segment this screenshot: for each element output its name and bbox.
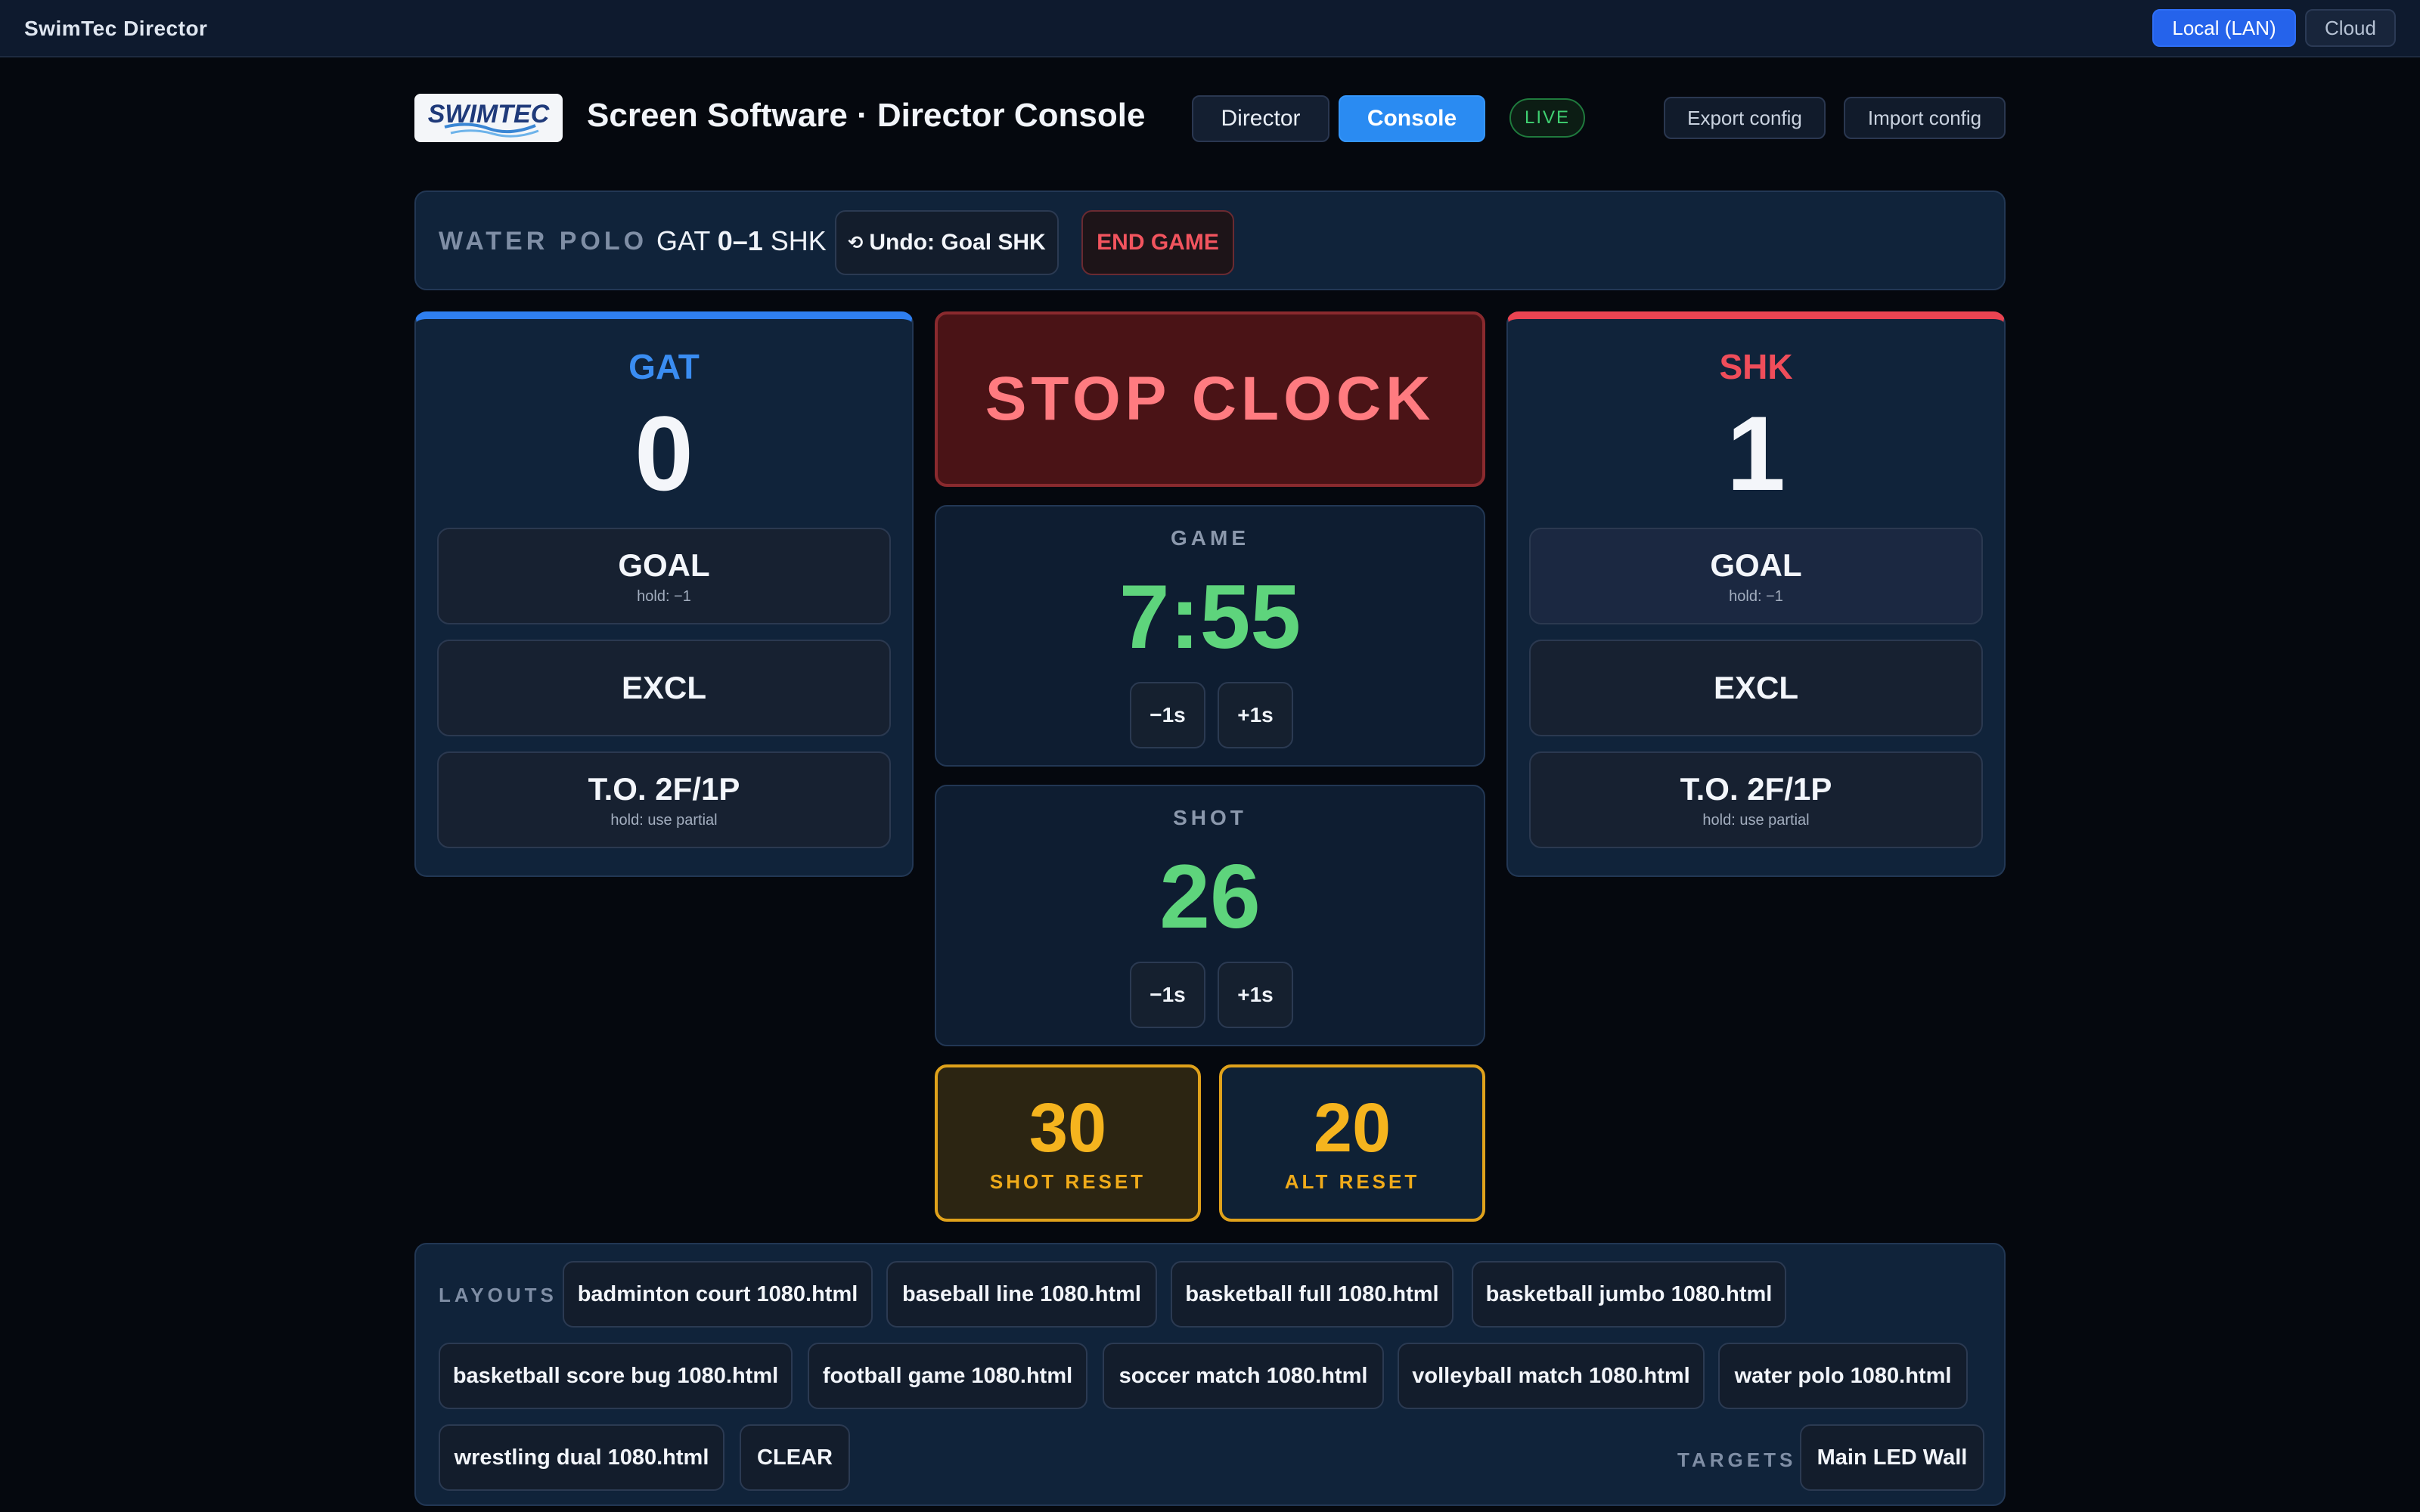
- shot-clock-label: SHOT: [1173, 806, 1247, 829]
- import-config-button[interactable]: Import config: [1844, 97, 2006, 139]
- export-config-button[interactable]: Export config: [1664, 97, 1826, 139]
- away-team-name: SHK: [1719, 347, 1793, 386]
- game-plus-1s-button[interactable]: +1s: [1218, 682, 1293, 748]
- away-abbr: SHK: [770, 225, 827, 256]
- shot-plus-1s-button[interactable]: +1s: [1218, 962, 1293, 1028]
- away-excl-button[interactable]: EXCL: [1529, 640, 1983, 736]
- shot-reset-button[interactable]: 30 SHOT RESET: [935, 1064, 1201, 1222]
- layout-chip[interactable]: basketball jumbo 1080.html: [1472, 1261, 1786, 1328]
- layout-chip[interactable]: volleyball match 1080.html: [1398, 1343, 1705, 1409]
- goal-hint: hold: −1: [1729, 587, 1783, 605]
- goal-hint: hold: −1: [637, 587, 691, 605]
- end-game-button[interactable]: END GAME: [1081, 210, 1234, 275]
- game-clock-value: 7:55: [1118, 566, 1302, 668]
- away-timeout-button[interactable]: T.O. 2F/1P hold: use partial: [1529, 751, 1983, 848]
- score-summary: GAT 0–1 SHK: [656, 225, 827, 257]
- layout-chip[interactable]: football game 1080.html: [808, 1343, 1087, 1409]
- local-lan-button[interactable]: Local (LAN): [2152, 9, 2296, 47]
- home-team-panel: GAT 0 GOAL hold: −1 EXCL T.O. 2F/1P hold…: [414, 311, 914, 877]
- alt-reset-button[interactable]: 20 ALT RESET: [1219, 1064, 1485, 1222]
- live-badge: LIVE: [1509, 98, 1585, 138]
- home-goal-button[interactable]: GOAL hold: −1: [437, 528, 891, 624]
- game-clock-label: GAME: [1171, 526, 1249, 550]
- layout-chip[interactable]: basketball score bug 1080.html: [439, 1343, 793, 1409]
- home-team-name: GAT: [628, 347, 700, 386]
- layouts-panel: LAYOUTS badminton court 1080.html baseba…: [414, 1243, 2006, 1506]
- cloud-button[interactable]: Cloud: [2305, 9, 2396, 47]
- top-bar: SwimTec Director Local (LAN) Cloud: [0, 0, 2420, 57]
- goal-label: GOAL: [1710, 547, 1802, 583]
- undo-label: Undo: Goal SHK: [869, 230, 1046, 255]
- layout-chip[interactable]: soccer match 1080.html: [1103, 1343, 1384, 1409]
- undo-icon: ⟲: [848, 232, 864, 253]
- app-title: SwimTec Director: [24, 17, 208, 40]
- timeout-hint: hold: use partial: [610, 811, 718, 829]
- shot-clock-card: SHOT 26 −1s +1s: [935, 785, 1485, 1046]
- home-timeout-button[interactable]: T.O. 2F/1P hold: use partial: [437, 751, 891, 848]
- game-strip: WATER POLO GAT 0–1 SHK ⟲ Undo: Goal SHK …: [414, 191, 2006, 290]
- shot-minus-1s-button[interactable]: −1s: [1130, 962, 1205, 1028]
- page-title: Screen Software · Director Console: [587, 97, 1146, 134]
- away-team-panel: SHK 1 GOAL hold: −1 EXCL T.O. 2F/1P hold…: [1506, 311, 2006, 877]
- layout-chip[interactable]: baseball line 1080.html: [886, 1261, 1157, 1328]
- swimtec-logo: SWIMTEC: [414, 94, 563, 142]
- layout-chip[interactable]: water polo 1080.html: [1718, 1343, 1968, 1409]
- clear-button[interactable]: CLEAR: [740, 1424, 850, 1491]
- target-main-led-wall[interactable]: Main LED Wall: [1800, 1424, 1984, 1491]
- timeout-hint: hold: use partial: [1702, 811, 1810, 829]
- score-text: 0–1: [717, 225, 763, 256]
- undo-button[interactable]: ⟲ Undo: Goal SHK: [835, 210, 1059, 275]
- goal-label: GOAL: [618, 547, 710, 583]
- game-minus-1s-button[interactable]: −1s: [1130, 682, 1205, 748]
- timeout-label: T.O. 2F/1P: [588, 770, 740, 807]
- home-team-score: 0: [634, 394, 693, 513]
- away-goal-button[interactable]: GOAL hold: −1: [1529, 528, 1983, 624]
- layout-chip[interactable]: basketball full 1080.html: [1171, 1261, 1454, 1328]
- layout-chip[interactable]: wrestling dual 1080.html: [439, 1424, 724, 1491]
- alt-reset-label: ALT RESET: [1284, 1170, 1420, 1193]
- timeout-label: T.O. 2F/1P: [1680, 770, 1832, 807]
- home-abbr: GAT: [656, 225, 710, 256]
- excl-label: EXCL: [621, 670, 706, 705]
- shot-reset-label: SHOT RESET: [989, 1170, 1146, 1193]
- alt-reset-value: 20: [1313, 1089, 1392, 1167]
- layout-chip[interactable]: badminton court 1080.html: [563, 1261, 873, 1328]
- tab-director[interactable]: Director: [1192, 95, 1329, 142]
- shot-clock-value: 26: [1159, 846, 1261, 947]
- home-excl-button[interactable]: EXCL: [437, 640, 891, 736]
- game-clock-card: GAME 7:55 −1s +1s: [935, 505, 1485, 767]
- tab-console[interactable]: Console: [1339, 95, 1485, 142]
- away-team-score: 1: [1727, 394, 1786, 513]
- sport-label: WATER POLO: [439, 227, 648, 256]
- targets-label: TARGETS: [1677, 1448, 1797, 1471]
- shot-reset-value: 30: [1028, 1089, 1107, 1167]
- stop-clock-button[interactable]: STOP CLOCK: [935, 311, 1485, 487]
- layouts-label: LAYOUTS: [439, 1284, 557, 1306]
- svg-text:SWIMTEC: SWIMTEC: [428, 100, 550, 129]
- excl-label: EXCL: [1713, 670, 1798, 705]
